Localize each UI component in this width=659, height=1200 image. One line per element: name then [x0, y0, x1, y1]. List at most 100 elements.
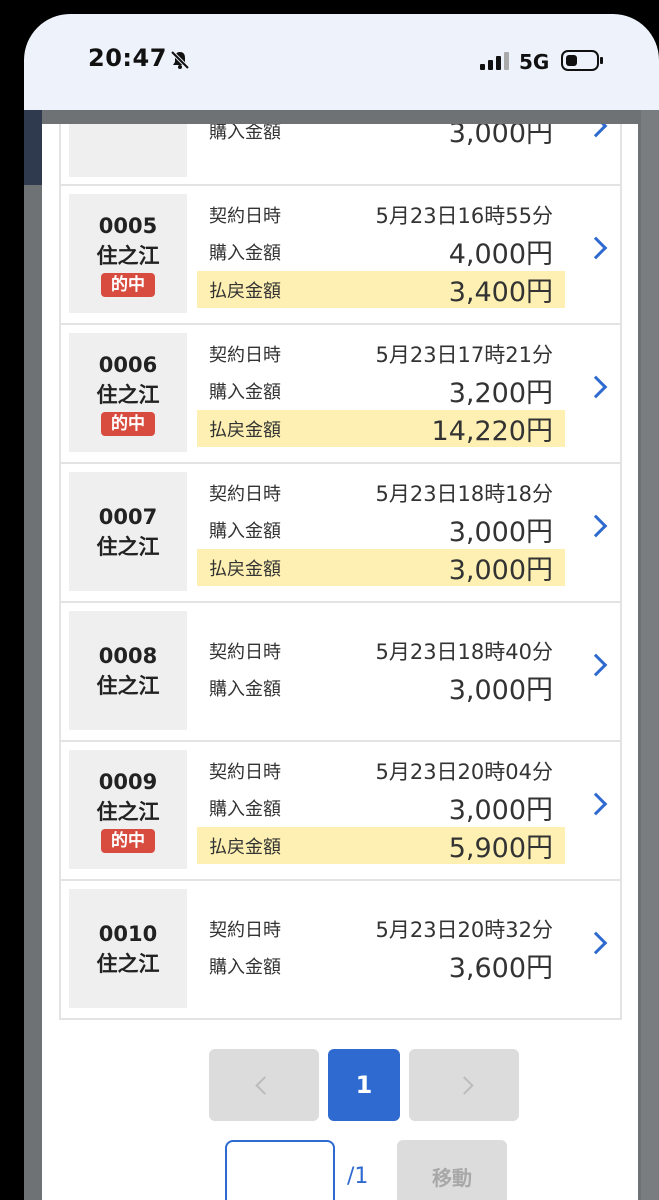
purchase-value: 3,000円 — [448, 795, 553, 826]
purchase-value: 3,000円 — [448, 124, 553, 149]
page-jump: /1 移動 — [225, 1140, 507, 1200]
purchase-row: 購入金額 3,200円 — [197, 372, 565, 409]
payout-row: 払戻金額 3,400円 — [197, 271, 565, 308]
datetime-row: 契約日時 5月23日20時32分 — [197, 910, 565, 947]
purchase-value: 3,600円 — [448, 953, 553, 984]
list-item[interactable]: 0005 住之江 的中 契約日時 5月23日16時55分 購入金額 4,000円… — [59, 186, 622, 325]
datetime-row: 契約日時 5月23日18時18分 — [197, 474, 565, 511]
datetime-label: 契約日時 — [209, 205, 281, 227]
pagination: 1 — [209, 1049, 519, 1121]
purchase-row: 購入金額 3,000円 — [197, 669, 565, 706]
purchase-label: 購入金額 — [209, 678, 281, 700]
move-button[interactable]: 移動 — [397, 1140, 507, 1200]
list-item[interactable]: 0006 住之江 的中 契約日時 5月23日17時21分 購入金額 3,200円… — [59, 325, 622, 464]
purchase-value: 3,000円 — [448, 675, 553, 706]
purchase-row: 購入金額 3,000円 — [197, 789, 565, 826]
race-number: 0008 — [98, 643, 158, 668]
purchase-value: 3,000円 — [448, 517, 553, 548]
purchase-value: 3,200円 — [448, 378, 553, 409]
datetime-value: 5月23日18時40分 — [375, 639, 553, 664]
payout-value: 5,900円 — [448, 833, 553, 864]
hit-badge: 的中 — [101, 411, 155, 436]
payout-value: 3,400円 — [448, 277, 553, 308]
datetime-value: 5月23日20時32分 — [375, 917, 553, 942]
race-info-box: 0010 住之江 — [69, 889, 187, 1008]
chevron-right-icon[interactable] — [584, 931, 608, 955]
list-item[interactable]: 0008 住之江 契約日時 5月23日18時40分 購入金額 3,000円 — [59, 603, 622, 742]
background-header — [24, 110, 42, 185]
chevron-right-icon[interactable] — [584, 124, 608, 138]
hit-badge: 的中 — [101, 272, 155, 297]
payout-label: 払戻金額 — [209, 558, 281, 580]
chevron-right-icon[interactable] — [584, 792, 608, 816]
datetime-value: 5月23日16時55分 — [375, 203, 553, 228]
list-item[interactable]: 0009 住之江 的中 契約日時 5月23日20時04分 購入金額 3,000円… — [59, 742, 622, 881]
page-number-input[interactable] — [225, 1140, 335, 1200]
datetime-value: 5月23日20時04分 — [375, 759, 553, 784]
purchase-row: 購入金額 3,000円 — [197, 511, 565, 548]
purchase-label: 購入金額 — [209, 520, 281, 542]
purchase-value: 4,000円 — [448, 239, 553, 270]
venue-name: 住之江 — [96, 799, 160, 824]
chevron-right-icon[interactable] — [584, 514, 608, 538]
prev-page-button[interactable] — [209, 1049, 319, 1121]
datetime-value: 5月23日18時18分 — [375, 481, 553, 506]
hit-badge: 的中 — [101, 828, 155, 853]
race-info-box: 0007 住之江 — [69, 472, 187, 591]
venue-name: 住之江 — [96, 673, 160, 698]
datetime-label: 契約日時 — [209, 919, 281, 941]
race-number: 0005 — [98, 213, 158, 238]
race-info-box: 0008 住之江 — [69, 611, 187, 730]
payout-label: 払戻金額 — [209, 419, 281, 441]
venue-name: 住之江 — [96, 382, 160, 407]
chevron-left-icon — [254, 1075, 274, 1095]
venue-name: 住之江 — [96, 534, 160, 559]
payout-row: 払戻金額 3,000円 — [197, 549, 565, 586]
datetime-row: 契約日時 5月23日18時40分 — [197, 632, 565, 669]
next-page-button[interactable] — [409, 1049, 519, 1121]
purchase-row: 購入金額 3,000円 — [197, 124, 565, 149]
signal-icon — [480, 52, 509, 70]
payout-label: 払戻金額 — [209, 836, 281, 858]
chevron-right-icon[interactable] — [584, 375, 608, 399]
race-info-box: 0005 住之江 的中 — [69, 194, 187, 313]
background-page — [641, 110, 659, 1200]
total-pages: /1 — [347, 1163, 369, 1189]
purchase-label: 購入金額 — [209, 124, 281, 143]
race-number: 0007 — [98, 504, 158, 529]
page-button-current[interactable]: 1 — [328, 1049, 400, 1121]
datetime-label: 契約日時 — [209, 761, 281, 783]
list-item[interactable]: 購入金額 3,000円 — [59, 124, 622, 186]
datetime-row: 契約日時 5月23日20時04分 — [197, 752, 565, 789]
purchase-history-modal: 購入金額 3,000円 0005 住之江 的中 契約日時 5月23日16時55分… — [42, 124, 638, 1200]
purchase-label: 購入金額 — [209, 381, 281, 403]
purchase-label: 購入金額 — [209, 798, 281, 820]
datetime-row: 契約日時 5月23日16時55分 — [197, 196, 565, 233]
network-type: 5G — [519, 50, 550, 74]
purchase-list: 購入金額 3,000円 0005 住之江 的中 契約日時 5月23日16時55分… — [59, 124, 622, 1020]
datetime-label: 契約日時 — [209, 483, 281, 505]
purchase-row: 購入金額 4,000円 — [197, 233, 565, 270]
list-item[interactable]: 0007 住之江 契約日時 5月23日18時18分 購入金額 3,000円 払戻… — [59, 464, 622, 603]
chevron-right-icon[interactable] — [584, 236, 608, 260]
clock: 20:47 — [88, 44, 167, 72]
battery-icon — [561, 50, 603, 71]
race-number: 0010 — [98, 921, 158, 946]
chevron-right-icon — [454, 1075, 474, 1095]
payout-row: 払戻金額 14,220円 — [197, 410, 565, 447]
payout-value: 3,000円 — [448, 555, 553, 586]
phone-screen: 20:47 5G 購入金額 3,000円 0005 住之江 的中 契約日時 5月… — [24, 14, 659, 1200]
datetime-value: 5月23日17時21分 — [375, 342, 553, 367]
race-info-box: 0006 住之江 的中 — [69, 333, 187, 452]
datetime-row: 契約日時 5月23日17時21分 — [197, 335, 565, 372]
venue-name: 住之江 — [96, 243, 160, 268]
chevron-right-icon[interactable] — [584, 653, 608, 677]
venue-name: 住之江 — [96, 951, 160, 976]
list-item[interactable]: 0010 住之江 契約日時 5月23日20時32分 購入金額 3,600円 — [59, 881, 622, 1020]
purchase-label: 購入金額 — [209, 956, 281, 978]
purchase-label: 購入金額 — [209, 242, 281, 264]
status-bar: 20:47 5G — [24, 14, 659, 110]
race-number: 0006 — [98, 352, 158, 377]
payout-value: 14,220円 — [431, 416, 553, 447]
datetime-label: 契約日時 — [209, 344, 281, 366]
